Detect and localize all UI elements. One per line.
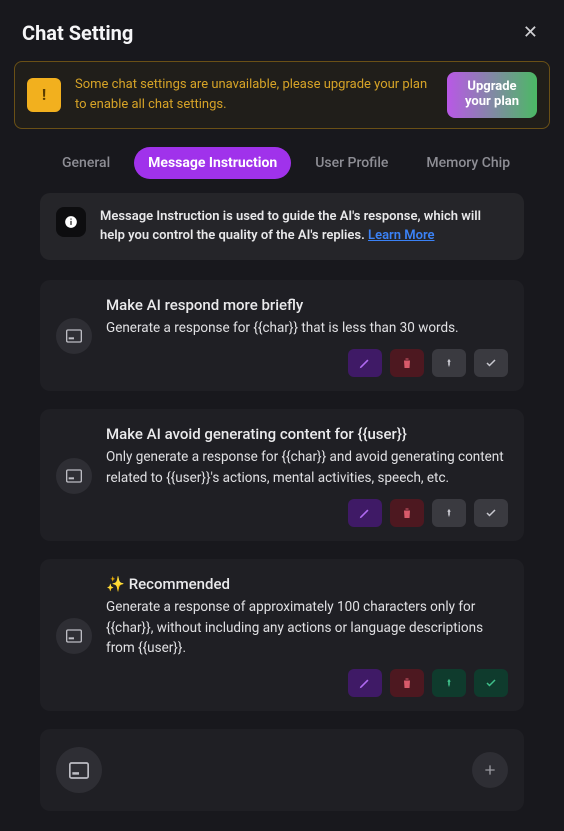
close-icon[interactable]: ✕: [519, 18, 542, 47]
sparkle-icon: ✨: [106, 575, 125, 593]
card-icon: [56, 318, 92, 354]
pin-button[interactable]: [432, 349, 466, 377]
apply-button[interactable]: [474, 499, 508, 527]
alert-icon: !: [27, 78, 61, 112]
apply-button[interactable]: [474, 669, 508, 697]
add-button[interactable]: [472, 752, 508, 788]
card-desc: Generate a response of approximately 100…: [106, 597, 508, 660]
card-icon: [56, 618, 92, 654]
card-title: Make AI avoid generating content for {{u…: [106, 425, 508, 443]
card-title: Make AI respond more briefly: [106, 296, 508, 314]
edit-button[interactable]: [348, 499, 382, 527]
instruction-card: ✨Recommended Generate a response of appr…: [40, 559, 524, 712]
instruction-card: Make AI avoid generating content for {{u…: [40, 409, 524, 541]
tab-general[interactable]: General: [48, 147, 124, 179]
card-icon: [56, 458, 92, 494]
pin-button[interactable]: [432, 499, 466, 527]
tab-bar: General Message Instruction User Profile…: [0, 129, 564, 193]
banner-text: Some chat settings are unavailable, plea…: [75, 75, 433, 114]
pin-button[interactable]: [432, 669, 466, 697]
delete-button[interactable]: [390, 669, 424, 697]
info-text: Message Instruction is used to guide the…: [100, 207, 508, 246]
upgrade-banner: ! Some chat settings are unavailable, pl…: [14, 61, 550, 129]
tab-user-profile[interactable]: User Profile: [301, 147, 402, 179]
upgrade-plan-button[interactable]: Upgrade your plan: [447, 72, 537, 118]
edit-button[interactable]: [348, 669, 382, 697]
delete-button[interactable]: [390, 349, 424, 377]
card-title: ✨Recommended: [106, 575, 508, 593]
card-desc: Only generate a response for {{char}} an…: [106, 447, 508, 489]
card-desc: Generate a response for {{char}} that is…: [106, 318, 508, 339]
page-title: Chat Setting: [22, 21, 133, 45]
tab-memory-chip[interactable]: Memory Chip: [412, 147, 524, 179]
delete-button[interactable]: [390, 499, 424, 527]
tab-message-instruction[interactable]: Message Instruction: [134, 147, 291, 179]
add-instruction-card: [40, 729, 524, 811]
learn-more-link[interactable]: Learn More: [368, 228, 434, 243]
card-icon: [56, 747, 102, 793]
instruction-card: Make AI respond more briefly Generate a …: [40, 280, 524, 391]
edit-button[interactable]: [348, 349, 382, 377]
info-icon: [56, 207, 86, 237]
info-box: Message Instruction is used to guide the…: [40, 193, 524, 260]
apply-button[interactable]: [474, 349, 508, 377]
